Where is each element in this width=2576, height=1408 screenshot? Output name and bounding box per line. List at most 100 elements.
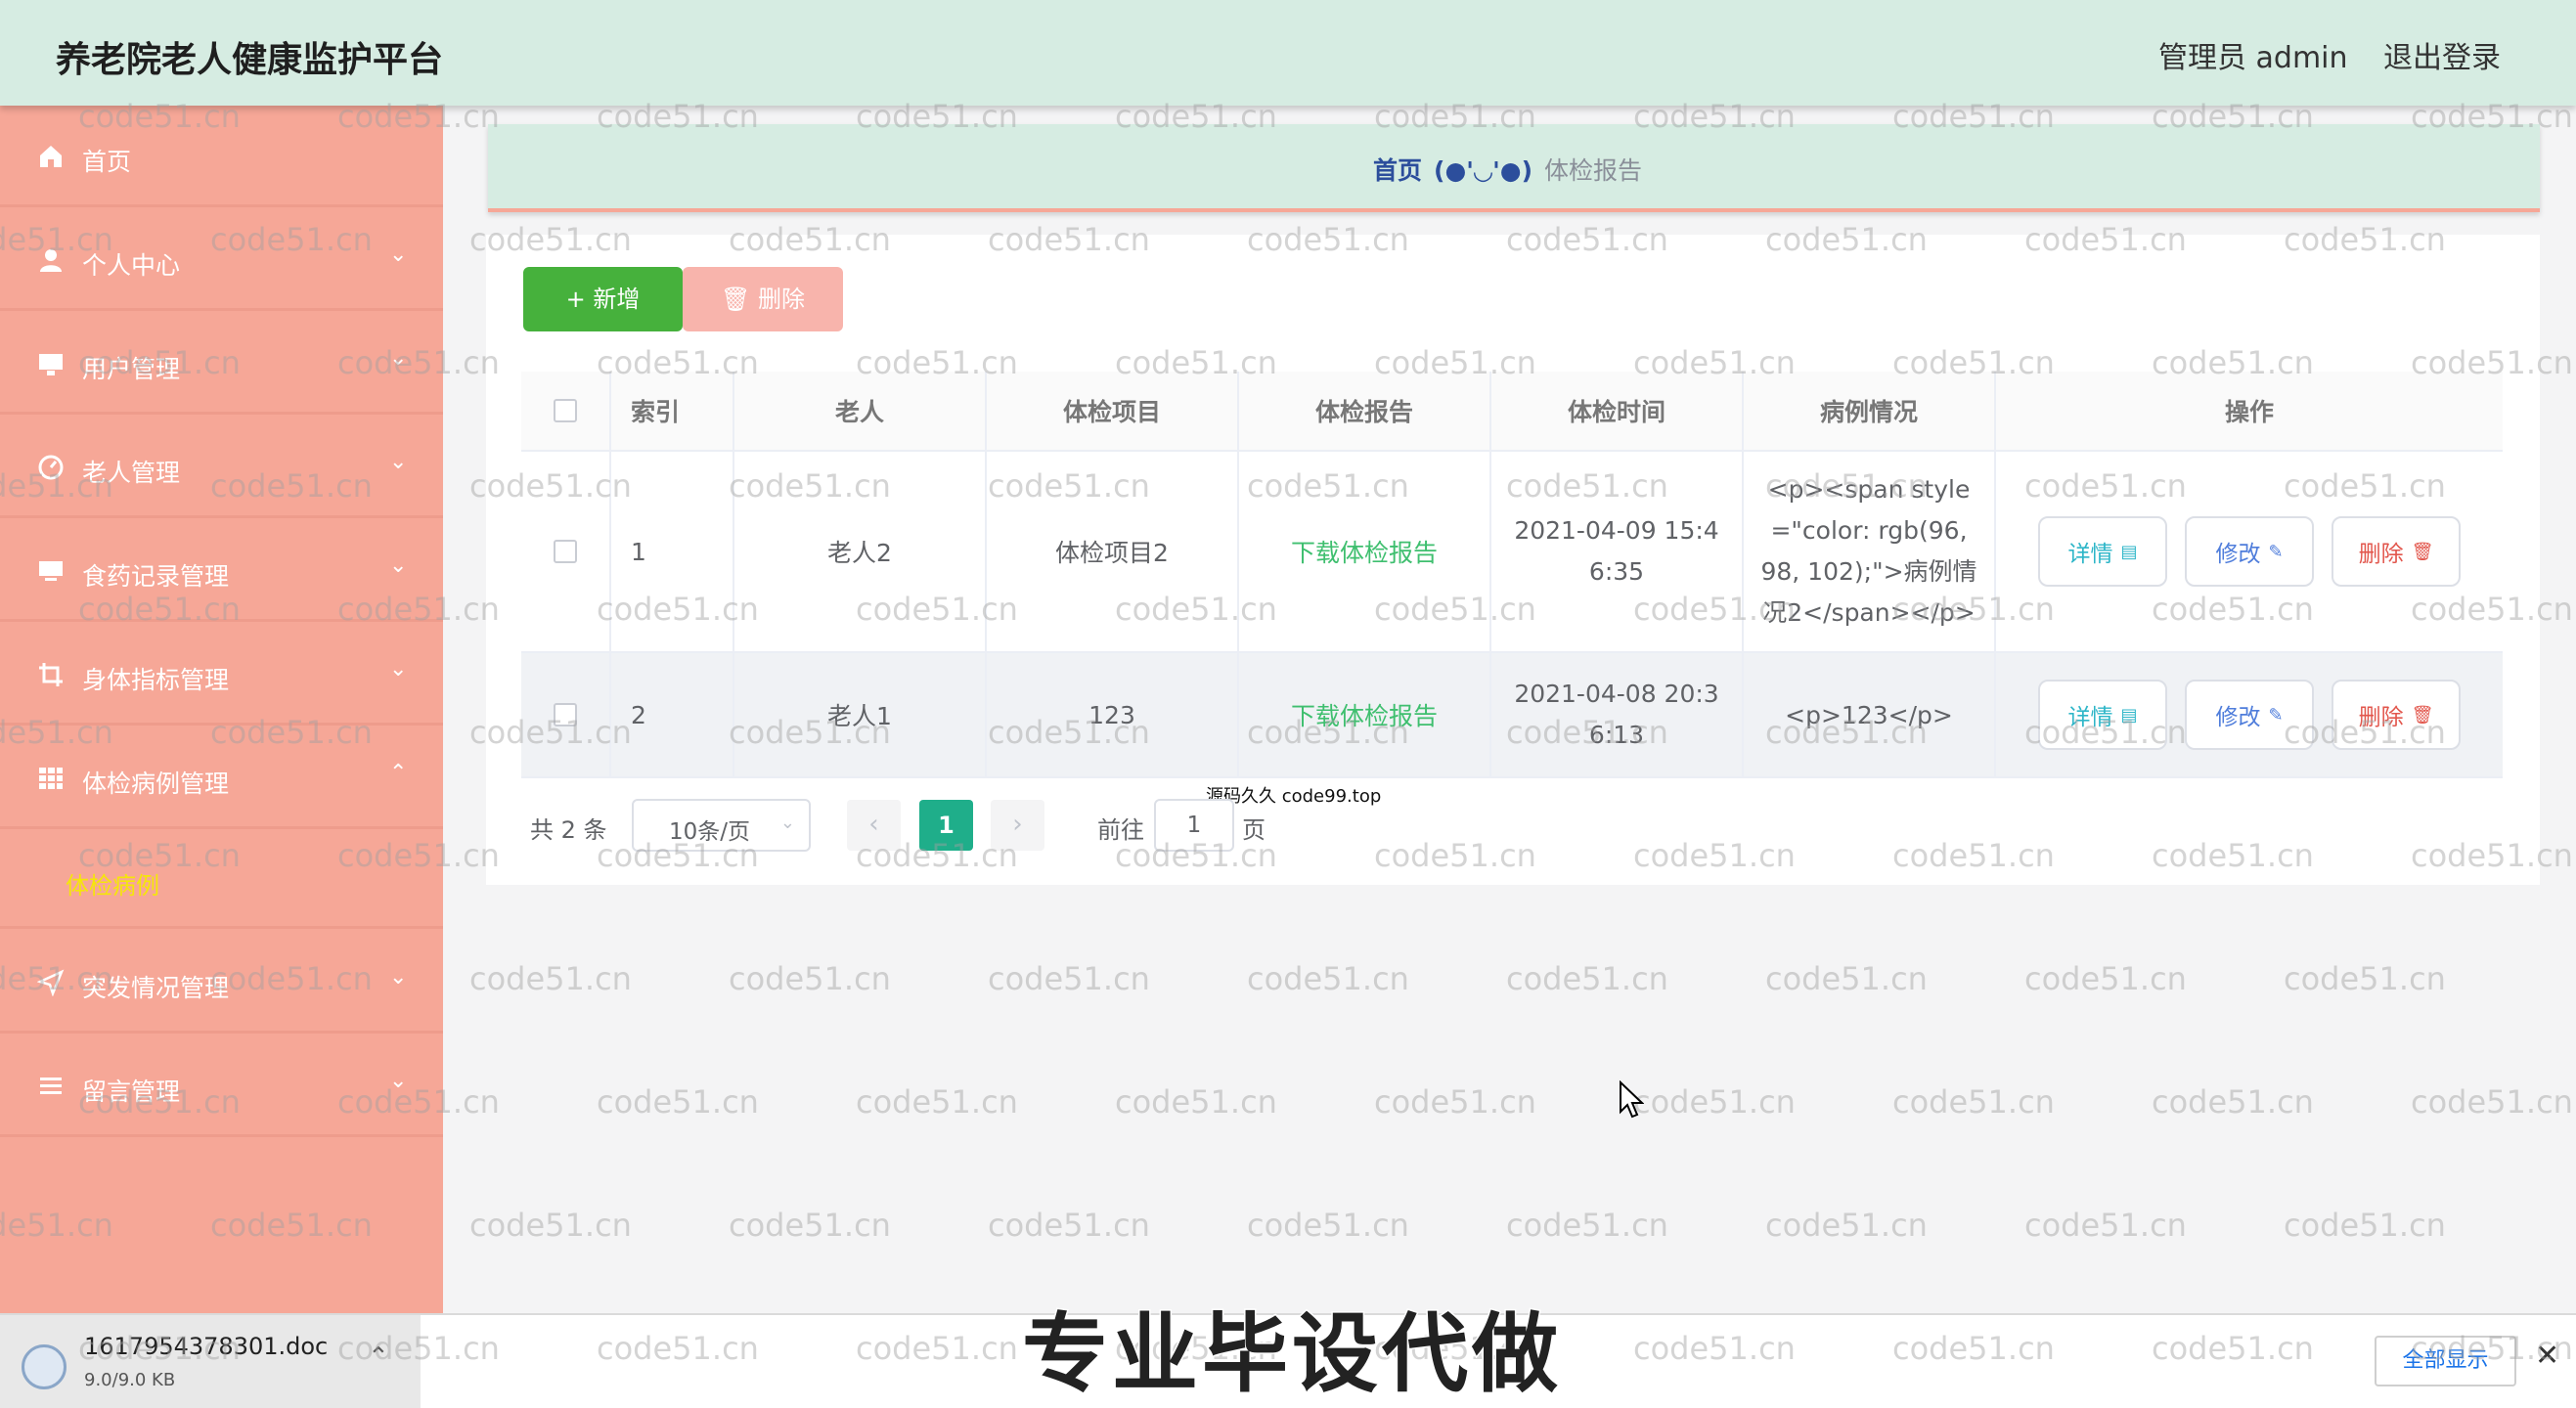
watermark-text: code51.cn — [469, 960, 632, 997]
watermark-text: code51.cn — [469, 1207, 632, 1244]
breadcrumb: 首页 (●'◡'●) 体检报告 — [488, 124, 2540, 212]
page-number-current[interactable]: 1 — [919, 800, 973, 851]
document-icon: ▤ — [2120, 541, 2138, 562]
table-row: 2 老人1 123 下载体检报告 2021-04-08 20:36:13 <p>… — [521, 653, 2503, 778]
close-icon[interactable]: ✕ — [2535, 1339, 2559, 1373]
cell-case: <p><span style="color: rgb(96, 98, 102);… — [1744, 452, 1996, 651]
chevron-up-icon: ⌃ — [389, 761, 408, 785]
edit-button-label: 修改 — [2215, 705, 2261, 730]
watermark-text: code51.cn — [988, 1207, 1150, 1244]
header-elder: 老人 — [734, 372, 987, 450]
cell-actions: 详情 ▤ 修改 ✎ 删除 🗑︎ — [1996, 452, 2503, 651]
chevron-down-icon: ⌄ — [389, 965, 408, 990]
watermark-text: code51.cn — [1506, 1207, 1668, 1244]
detail-button[interactable]: 详情 ▤ — [2038, 516, 2167, 587]
download-report-link[interactable]: 下载体检报告 — [1291, 697, 1438, 732]
page-size-select[interactable]: 10条/页 ⌄ — [632, 799, 811, 852]
mouse-cursor-icon — [1620, 1080, 1644, 1119]
site-title: 养老院老人健康监护平台 — [56, 40, 444, 80]
download-report-link[interactable]: 下载体检报告 — [1291, 534, 1438, 569]
watermark-text: code51.cn — [988, 960, 1150, 997]
table-header: 索引 老人 体检项目 体检报告 体检时间 病例情况 操作 — [521, 372, 2503, 452]
watermark-text: code51.cn — [729, 960, 891, 997]
header-actions: 操作 — [2224, 398, 2274, 426]
chevron-down-icon: ⌄ — [779, 813, 795, 833]
edit-button[interactable]: 修改 ✎ — [2185, 516, 2314, 587]
watermark-text: code51.cn — [1633, 1083, 1796, 1121]
row-select-cell — [521, 653, 611, 776]
add-button[interactable]: + 新增 — [523, 267, 683, 331]
sidebar-item-label: 个人中心 — [82, 251, 181, 280]
download-size: 9.0/9.0 KB — [84, 1370, 176, 1390]
trash-icon: 🗑︎ — [2411, 704, 2434, 726]
row-checkbox[interactable] — [554, 703, 577, 726]
crop-icon — [39, 663, 63, 686]
show-all-button[interactable]: 全部显示 — [2375, 1336, 2516, 1386]
sidebar-item-home[interactable]: 首页 — [0, 106, 443, 207]
remove-button-label: 删除 — [2358, 705, 2404, 730]
sidebar-item-emergencies[interactable]: 突发情况管理 ⌄ — [0, 932, 443, 1034]
sidebar-subitem-label: 体检病例 — [66, 872, 159, 900]
edit-button[interactable]: 修改 ✎ — [2185, 680, 2314, 750]
watermark-text: code51.cn — [1765, 1207, 1928, 1244]
sidebar-subitem-exam-cases[interactable]: 体检病例 — [0, 831, 443, 929]
watermark-text: code51.cn — [1506, 960, 1668, 997]
chevron-down-icon: ⌄ — [389, 553, 408, 578]
sidebar: 首页 个人中心 ⌄ 用户管理 ⌄ 老人管理 ⌄ 食药记录管理 ⌄ 身体指标管理 … — [0, 106, 443, 1313]
download-item[interactable]: 1617954378301.doc 9.0/9.0 KB ⌃ — [0, 1315, 421, 1408]
remove-button[interactable]: 删除 🗑︎ — [2332, 516, 2461, 587]
watermark-text: code51.cn — [1115, 1083, 1277, 1121]
video-caption: 专业毕设代做 — [1020, 1302, 1563, 1406]
cell-report: 下载体检报告 — [1239, 653, 1491, 776]
sidebar-item-profile[interactable]: 个人中心 ⌄ — [0, 209, 443, 311]
sidebar-item-elders[interactable]: 老人管理 ⌄ — [0, 417, 443, 518]
sidebar-item-users[interactable]: 用户管理 ⌄ — [0, 313, 443, 415]
chevron-up-icon[interactable]: ⌃ — [368, 1342, 389, 1372]
goto-page-input[interactable]: 1 — [1154, 799, 1234, 852]
watermark-text: code51.cn — [2284, 1207, 2446, 1244]
sidebar-item-label: 老人管理 — [82, 459, 181, 487]
document-file-icon — [22, 1344, 67, 1389]
cell-actions: 详情 ▤ 修改 ✎ 删除 🗑︎ — [1996, 653, 2503, 776]
delete-button[interactable]: 🗑︎ 删除 — [683, 267, 843, 331]
sidebar-item-exam-cases[interactable]: 体检病例管理 ⌃ — [0, 727, 443, 829]
screen-icon — [39, 561, 63, 581]
cell-case: <p>123</p> — [1744, 653, 1996, 776]
list-icon — [40, 1078, 62, 1094]
watermark-text: code51.cn — [1374, 1083, 1536, 1121]
delete-button-label: 删除 — [758, 286, 806, 313]
sidebar-item-messages[interactable]: 留言管理 ⌄ — [0, 1035, 443, 1137]
chevron-right-icon: › — [1012, 810, 1023, 839]
sidebar-item-body-metrics[interactable]: 身体指标管理 ⌄ — [0, 624, 443, 726]
watermark-text: code51.cn — [729, 1207, 891, 1244]
sidebar-item-label: 食药记录管理 — [82, 562, 230, 591]
send-icon — [37, 969, 65, 996]
detail-button[interactable]: 详情 ▤ — [2038, 680, 2167, 750]
chevron-down-icon: ⌄ — [389, 450, 408, 474]
logout-link[interactable]: 退出登录 — [2383, 33, 2501, 76]
cell-elder: 老人1 — [734, 653, 987, 776]
pencil-icon: ✎ — [2268, 541, 2284, 562]
watermark-text: code51.cn — [597, 1083, 759, 1121]
next-page-button[interactable]: › — [991, 800, 1044, 851]
sidebar-item-label: 首页 — [82, 148, 132, 176]
sidebar-item-food-medicine[interactable]: 食药记录管理 ⌄ — [0, 520, 443, 622]
chevron-down-icon: ⌄ — [389, 346, 408, 371]
select-all-checkbox[interactable] — [554, 399, 577, 422]
sidebar-item-label: 体检病例管理 — [82, 770, 230, 798]
prev-page-button[interactable]: ‹ — [847, 800, 901, 851]
detail-button-label: 详情 — [2067, 542, 2113, 567]
user-icon — [40, 249, 62, 272]
monitor-icon — [39, 354, 63, 375]
header-index: 索引 — [611, 372, 734, 450]
header-exam-item: 体检项目 — [987, 372, 1239, 450]
sidebar-item-label: 突发情况管理 — [82, 974, 230, 1002]
breadcrumb-home[interactable]: 首页 — [1373, 156, 1422, 185]
row-checkbox[interactable] — [554, 540, 577, 563]
goto-label: 前往 — [1097, 816, 1144, 844]
table-row: 1 老人2 体检项目2 下载体检报告 2021-04-09 15:46:35 <… — [521, 452, 2503, 653]
remove-button[interactable]: 删除 🗑︎ — [2332, 680, 2461, 750]
chevron-left-icon: ‹ — [868, 810, 879, 839]
breadcrumb-current: 体检报告 — [1544, 156, 1643, 185]
remove-button-label: 删除 — [2358, 542, 2404, 567]
